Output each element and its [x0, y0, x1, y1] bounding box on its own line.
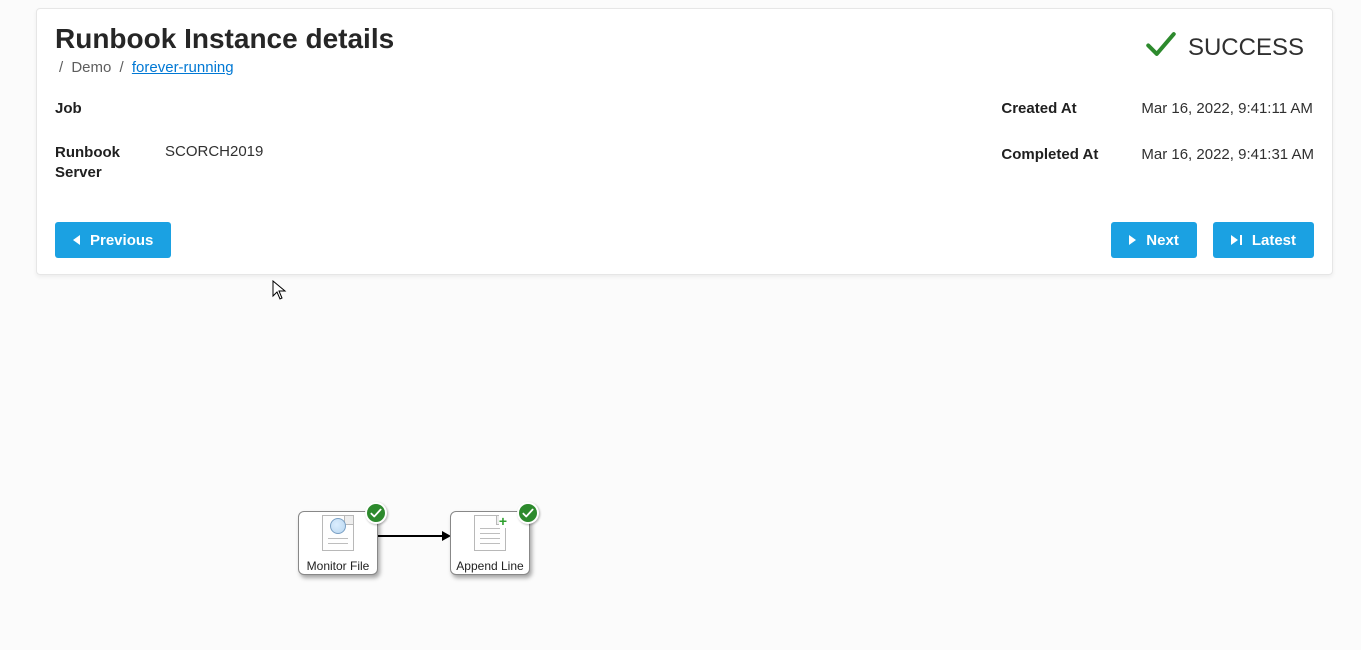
breadcrumb-item-forever-running[interactable]: forever-running	[132, 59, 234, 76]
previous-button[interactable]: Previous	[55, 222, 171, 258]
status-badge: SUCCESS	[1144, 27, 1304, 68]
checkmark-icon	[1144, 27, 1178, 68]
file-monitor-icon	[322, 515, 354, 551]
previous-label: Previous	[90, 232, 153, 249]
next-label: Next	[1146, 232, 1179, 249]
created-at-label: Created At	[1001, 100, 1141, 136]
completed-at-label: Completed At	[1001, 146, 1141, 182]
breadcrumb-sep: /	[59, 59, 63, 76]
breadcrumb-sep: /	[120, 59, 124, 76]
workflow-node-monitor-file[interactable]: Monitor File	[298, 511, 378, 575]
node-label: Monitor File	[307, 560, 370, 572]
button-row: Previous Next Latest	[55, 222, 1314, 258]
latest-label: Latest	[1252, 232, 1296, 249]
success-badge-icon	[517, 502, 539, 524]
next-button[interactable]: Next	[1111, 222, 1197, 258]
details-card: Runbook Instance details / Demo / foreve…	[36, 8, 1333, 275]
runbook-server-label: Runbook Server	[55, 143, 165, 182]
job-label: Job	[55, 100, 165, 117]
status-text: SUCCESS	[1188, 34, 1304, 62]
workflow-canvas[interactable]: Monitor File + Append Line	[0, 275, 1361, 645]
skip-end-icon	[1231, 235, 1242, 245]
breadcrumb-item-demo[interactable]: Demo	[71, 59, 111, 76]
file-append-icon: +	[474, 515, 506, 551]
arrow-connector	[378, 535, 442, 537]
breadcrumb: / Demo / forever-running	[55, 59, 1314, 76]
latest-button[interactable]: Latest	[1213, 222, 1314, 258]
job-value	[165, 100, 1001, 117]
triangle-right-icon	[1129, 235, 1136, 245]
node-label: Append Line	[456, 560, 523, 572]
success-badge-icon	[365, 502, 387, 524]
runbook-server-value: SCORCH2019	[165, 143, 1001, 182]
completed-at-value: Mar 16, 2022, 9:41:31 AM	[1141, 146, 1314, 182]
created-at-value: Mar 16, 2022, 9:41:11 AM	[1141, 100, 1314, 136]
page-title: Runbook Instance details	[55, 23, 1314, 55]
triangle-left-icon	[73, 235, 80, 245]
workflow-node-append-line[interactable]: + Append Line	[450, 511, 530, 575]
